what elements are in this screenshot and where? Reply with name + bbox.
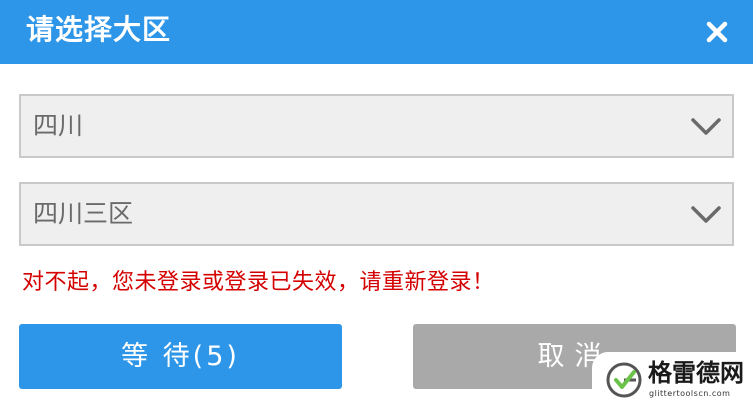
watermark-url: glittertoolscn.com [649, 389, 731, 398]
close-icon [706, 21, 728, 43]
watermark-name: 格雷德网 [648, 358, 744, 387]
dialog-titlebar: 请选择大区 [0, 0, 753, 64]
dialog-title: 请选择大区 [26, 13, 172, 46]
close-button[interactable] [699, 14, 735, 50]
region-select-dialog: 请选择大区 四川 四川三区 对不起，您未登录或登录已失效，请重新登录！ 等 待(… [0, 0, 753, 407]
server-select-value: 四川三区 [33, 199, 134, 228]
chevron-down-icon [690, 200, 722, 228]
chevron-down-icon [690, 112, 722, 140]
g-logo-icon [604, 360, 644, 400]
province-select-value: 四川 [33, 111, 84, 140]
error-message: 对不起，您未登录或登录已失效，请重新登录！ [22, 270, 495, 295]
server-select[interactable]: 四川三区 [19, 182, 734, 246]
wait-button[interactable]: 等 待(5) [19, 324, 342, 389]
province-select[interactable]: 四川 [19, 94, 734, 158]
watermark: 格雷德网 glittertoolscn.com [592, 352, 753, 407]
